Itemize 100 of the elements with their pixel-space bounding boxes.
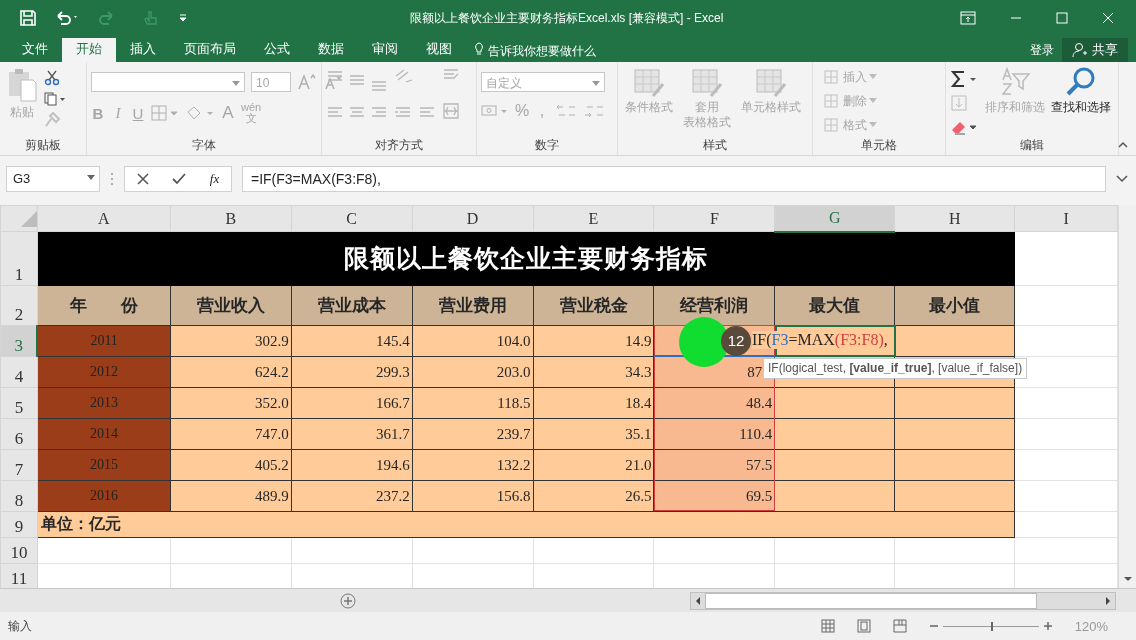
row-header[interactable]: 7 <box>0 449 38 481</box>
ribbon-tab[interactable]: 视图 <box>412 38 466 62</box>
row-header[interactable]: 6 <box>0 418 38 450</box>
column-header[interactable]: I <box>1014 205 1118 232</box>
insert-function-button[interactable]: fx <box>209 170 220 187</box>
ribbon-tab[interactable]: 审阅 <box>358 38 412 62</box>
column-heading: 营业成本 <box>291 285 413 326</box>
horizontal-scrollbar[interactable] <box>690 591 1116 610</box>
row-header[interactable]: 9 <box>0 511 38 538</box>
column-header[interactable]: H <box>894 205 1015 232</box>
table-cell: 34.3 <box>533 356 654 388</box>
column-header[interactable]: B <box>170 205 292 232</box>
copy-icon[interactable] <box>44 92 66 106</box>
ribbon-tab[interactable]: 页面布局 <box>170 38 250 62</box>
table-cell: 166.7 <box>291 387 413 419</box>
table-cell: 118.5 <box>412 387 534 419</box>
group-label: 数字 <box>534 137 560 154</box>
close-icon[interactable] <box>1102 12 1114 24</box>
table-cell: 69.5 <box>746 487 773 504</box>
page-break-icon[interactable] <box>892 619 907 633</box>
group-label: 字体 <box>191 137 217 154</box>
table-cell: 48.4 <box>746 394 773 411</box>
zoom-slider-thumb[interactable] <box>990 621 993 631</box>
column-header[interactable]: C <box>291 205 413 232</box>
caret-icon <box>592 81 600 86</box>
caret-icon <box>232 81 240 86</box>
save-icon[interactable] <box>20 10 36 26</box>
formula-field[interactable]: =IF(F3=MAX(F3:F8), <box>242 165 1106 192</box>
search-icon <box>1065 66 1097 98</box>
collapse-ribbon-icon[interactable] <box>1118 141 1128 149</box>
row-header[interactable]: 8 <box>0 480 38 512</box>
row-header[interactable]: 5 <box>0 387 38 419</box>
ribbon-tab[interactable]: 数据 <box>304 38 358 62</box>
column-header[interactable]: E <box>533 205 654 232</box>
row-header[interactable]: 2 <box>0 285 38 326</box>
expand-icon[interactable] <box>1116 174 1128 183</box>
grid-icon <box>823 117 841 133</box>
table-style-icon <box>633 68 665 98</box>
table-cell: 203.0 <box>412 356 534 388</box>
page-layout-icon[interactable] <box>856 619 871 633</box>
column-header[interactable]: G <box>774 205 895 232</box>
table-cell: 2013 <box>37 387 171 419</box>
grip-icon <box>110 171 114 186</box>
ribbon-tab[interactable]: 插入 <box>116 38 170 62</box>
person-add-icon <box>1072 42 1088 58</box>
row-header[interactable]: 10 <box>0 537 38 564</box>
column-header[interactable]: F <box>653 205 775 232</box>
sign-in-link[interactable]: 登录 <box>1030 38 1054 62</box>
table-cell: 747.0 <box>170 418 292 450</box>
table-cell: 21.0 <box>533 449 654 481</box>
table-cell: 2011 <box>37 325 171 357</box>
caret-icon <box>869 122 877 127</box>
editing-button[interactable]: 查找和选择 <box>1050 66 1112 137</box>
scroll-left-icon[interactable] <box>695 595 701 606</box>
touch-mode-icon[interactable] <box>142 10 160 26</box>
undo-icon[interactable] <box>54 10 80 26</box>
group-label: 单元格 <box>860 137 898 154</box>
table-cell: 35.1 <box>533 418 654 450</box>
cancel-icon[interactable] <box>136 172 149 185</box>
vertical-scrollbar[interactable] <box>1118 205 1136 588</box>
enter-check-icon[interactable] <box>172 172 187 185</box>
column-heading: 经营利润 <box>653 285 775 326</box>
table-cell: 110.4 <box>739 425 773 442</box>
table-cell: 302.9 <box>170 325 292 357</box>
name-box[interactable]: G3 <box>6 165 100 192</box>
unit-note: 单位：亿元 <box>40 515 121 532</box>
grid-icon <box>823 93 841 109</box>
row-header[interactable]: 4 <box>0 356 38 388</box>
column-heading: 营业税金 <box>533 285 654 326</box>
column-heading: 营业费用 <box>412 285 534 326</box>
table-cell: 26.5 <box>533 480 654 512</box>
normal-view-icon[interactable] <box>820 619 835 633</box>
share-button[interactable]: 共享 <box>1062 38 1128 62</box>
row-header[interactable]: 1 <box>0 231 38 286</box>
add-sheet-icon[interactable] <box>340 592 356 609</box>
table-cell: 405.2 <box>170 449 292 481</box>
ribbon-tab[interactable]: 公式 <box>250 38 304 62</box>
status-mode: 输入 <box>8 617 32 635</box>
row-header[interactable]: 11 <box>0 563 38 588</box>
zoom-in-icon[interactable] <box>1042 621 1053 631</box>
table-cell: 239.7 <box>412 418 534 450</box>
ribbon-display-icon[interactable] <box>960 11 976 25</box>
ribbon-tab[interactable]: 开始 <box>62 38 116 62</box>
cut-icon[interactable] <box>44 70 60 86</box>
row-header[interactable]: 3 <box>0 325 38 357</box>
tell-me-search[interactable]: 告诉我你想要做什么 <box>488 40 596 62</box>
scroll-down-icon[interactable] <box>1122 576 1133 582</box>
table-style-icon <box>755 68 787 98</box>
caret-icon <box>869 74 877 79</box>
column-header[interactable]: A <box>37 205 171 232</box>
format-painter-icon[interactable] <box>44 112 60 128</box>
table-cell: 361.7 <box>291 418 413 450</box>
scroll-right-icon[interactable] <box>1105 595 1111 606</box>
customize-caret-icon[interactable] <box>178 13 188 23</box>
table-cell: 352.0 <box>170 387 292 419</box>
column-header[interactable]: D <box>412 205 534 232</box>
table-cell: 299.3 <box>291 356 413 388</box>
ribbon-tab[interactable]: 文件 <box>8 38 62 62</box>
maximize-icon[interactable] <box>1056 12 1068 24</box>
column-heading: 最大值 <box>774 285 895 326</box>
